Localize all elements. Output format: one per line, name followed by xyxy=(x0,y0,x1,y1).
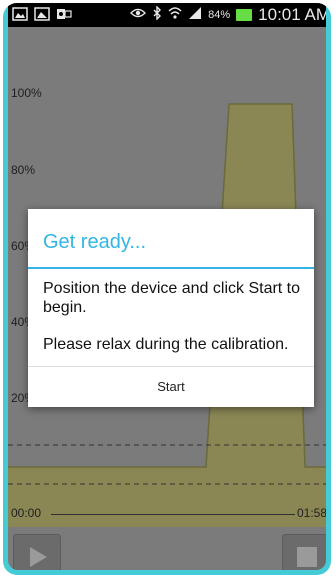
time-elapsed: 00:00 xyxy=(11,506,42,520)
time-total: 01:58 xyxy=(296,506,326,520)
dialog-title-divider xyxy=(28,267,314,269)
outlook-icon xyxy=(56,7,72,26)
system-icons: 84% 10:01 AM xyxy=(130,4,326,25)
signal-icon xyxy=(188,6,202,25)
phone-frame: 84% 10:01 AM 100% 80% 60% 40% 20% 00:00 … xyxy=(3,3,331,575)
y-label-100: 100% xyxy=(11,86,42,100)
start-button[interactable]: Start xyxy=(28,367,314,407)
y-label-80: 80% xyxy=(11,163,36,177)
notification-icons xyxy=(12,7,72,26)
clock: 10:01 AM xyxy=(258,5,326,24)
image-icon xyxy=(34,7,50,26)
progress-track[interactable] xyxy=(51,514,295,515)
battery-icon xyxy=(236,9,253,21)
wifi-icon xyxy=(168,6,182,25)
status-bar: 84% 10:01 AM xyxy=(8,3,326,27)
play-button[interactable] xyxy=(13,534,61,570)
battery-percent: 84% xyxy=(208,9,231,21)
play-icon xyxy=(30,547,47,567)
eye-icon xyxy=(130,6,147,24)
playback-progress: 00:00 01:58 xyxy=(8,506,326,522)
get-ready-dialog: Get ready... Position the device and cli… xyxy=(28,209,314,407)
bluetooth-icon xyxy=(152,4,162,25)
stop-button[interactable] xyxy=(282,534,326,570)
dialog-message-relax: Please relax during the calibration. xyxy=(43,336,289,353)
gallery-icon xyxy=(12,7,28,26)
dialog-title: Get ready... xyxy=(43,231,147,253)
dialog-message: Position the device and click Start to b… xyxy=(43,280,301,316)
stop-icon xyxy=(297,547,317,567)
